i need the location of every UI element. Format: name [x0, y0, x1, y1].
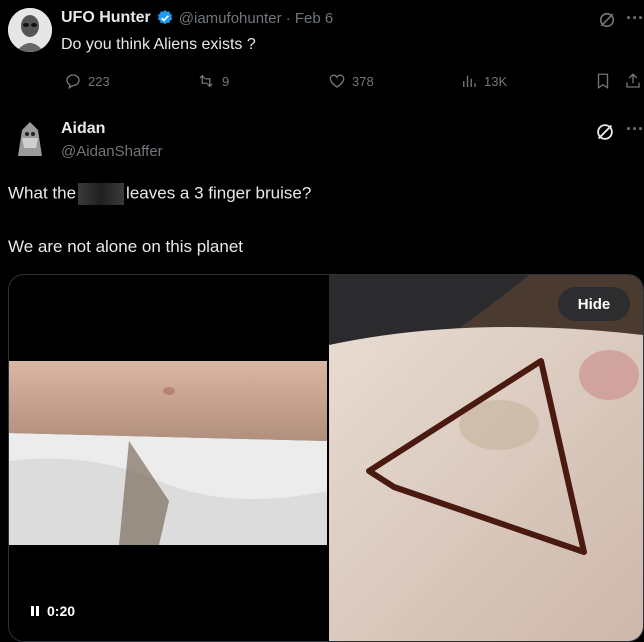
more-options-icon[interactable]: ··· [626, 8, 644, 29]
pause-icon [31, 606, 39, 616]
alien-avatar-image [8, 8, 52, 52]
retweet-button[interactable]: 9 [196, 72, 229, 90]
views-button[interactable]: 13K [460, 72, 507, 90]
like-count: 378 [352, 73, 374, 89]
heart-icon [329, 74, 345, 88]
avatar-aidan[interactable] [8, 116, 52, 160]
reply-icon [66, 74, 80, 90]
bookmark-icon[interactable] [594, 72, 612, 90]
reply-button[interactable]: 223 [64, 72, 110, 90]
redacted-word [78, 183, 125, 205]
video-time-text: 0:20 [47, 603, 76, 619]
avatar-ufo-hunter[interactable] [8, 8, 52, 52]
grok-icon[interactable] [594, 121, 616, 143]
tweet1-display-name[interactable]: UFO Hunter [61, 9, 151, 27]
tweet2-handle[interactable]: @AidanShaffer [61, 143, 163, 160]
video-player[interactable]: 0:20 [9, 275, 327, 641]
video-frame-arm-image [9, 361, 327, 545]
arm-bruise-photo [329, 275, 643, 641]
retweet-count: 9 [222, 73, 230, 89]
more-options-icon[interactable]: ··· [626, 119, 644, 140]
tweet2-line1-after: leaves a 3 finger bruise? [126, 183, 312, 203]
analytics-icon [463, 75, 476, 87]
retweet-icon [199, 74, 213, 88]
reply-count: 223 [88, 73, 110, 89]
tweet1-text: Do you think Aliens exists ? [61, 36, 256, 53]
grok-icon[interactable] [597, 10, 617, 30]
hide-button[interactable]: Hide [558, 287, 630, 321]
tweet2-line1: What the leaves a 3 finger bruise? [8, 183, 311, 205]
photo-image[interactable]: Hide [329, 275, 643, 641]
like-button[interactable]: 378 [328, 72, 374, 90]
tweet2-line2: We are not alone on this planet [8, 237, 244, 256]
aidan-avatar-image [8, 116, 52, 160]
video-timestamp: 0:20 [31, 603, 75, 619]
media-container: 0:20 Hide [8, 274, 644, 642]
tweet2-line1-before: What the [8, 183, 77, 203]
verified-badge-icon [157, 10, 172, 25]
view-count: 13K [484, 73, 508, 89]
tweet1-handle-date[interactable]: @iamufohunter · Feb 6 [179, 10, 333, 27]
share-icon[interactable] [624, 72, 642, 90]
tweet2-display-name[interactable]: Aidan [61, 120, 105, 138]
